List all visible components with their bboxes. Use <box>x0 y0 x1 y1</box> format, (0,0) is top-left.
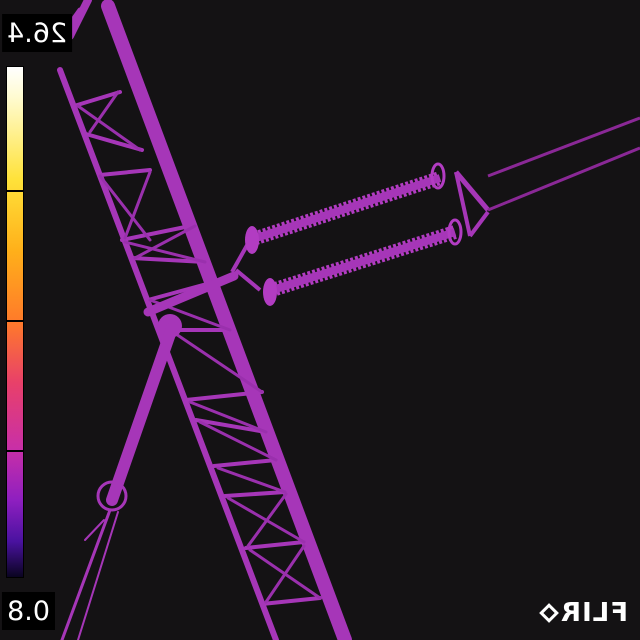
thermal-image <box>52 0 640 640</box>
support-strut <box>106 322 178 506</box>
max-temperature-label: 26.4 <box>2 14 73 52</box>
insulator-strings <box>230 162 490 306</box>
scale-tick <box>6 450 24 452</box>
conductor-wires <box>487 116 640 212</box>
scale-tick <box>6 190 24 192</box>
flir-diamond-icon <box>539 603 559 623</box>
power-line-tower <box>52 0 352 640</box>
scale-tick <box>6 320 24 322</box>
tower-leg-outer <box>101 0 352 640</box>
flir-logo: FLIR <box>539 598 628 628</box>
temperature-color-scale <box>6 66 24 578</box>
flir-logo-text: FLIR <box>559 598 628 628</box>
min-temperature-label: 0.8 <box>2 592 55 630</box>
